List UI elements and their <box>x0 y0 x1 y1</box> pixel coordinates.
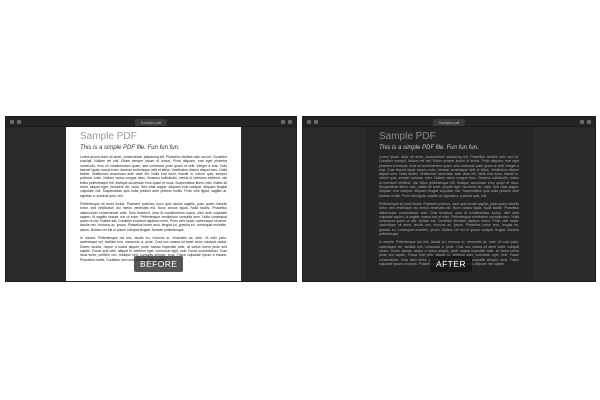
search-icon[interactable] <box>288 120 292 124</box>
document-title: Sample PDF <box>80 131 137 142</box>
viewer-toolbar: Sample.pdf <box>6 117 296 127</box>
viewer-toolbar: Sample.pdf <box>303 117 595 127</box>
document-title: Sample PDF <box>379 131 436 142</box>
document-subtitle: This is a simple PDF file. Fun fun fun. <box>80 145 180 151</box>
document-paragraph: Pellentesque sit amet lectus. Praesent p… <box>80 201 227 232</box>
after-viewer-window: Sample.pdf Sample PDF This is a simple P… <box>302 116 596 282</box>
toolbar-right-controls <box>281 120 292 124</box>
document-paragraph: Lorem ipsum dolor sit amet, consectetuer… <box>80 155 227 198</box>
sidebar-toggle-icon[interactable] <box>10 120 14 124</box>
zoom-out-icon[interactable] <box>17 120 21 124</box>
toolbar-right-controls <box>580 120 591 124</box>
sidebar-toggle-icon[interactable] <box>307 120 311 124</box>
before-viewer-window: Sample.pdf Sample PDF This is a simple P… <box>5 116 297 282</box>
document-filename: Sample.pdf <box>134 119 168 126</box>
share-icon[interactable] <box>281 120 285 124</box>
share-icon[interactable] <box>580 120 584 124</box>
document-filename: Sample.pdf <box>432 119 466 126</box>
toolbar-left-controls <box>307 120 318 124</box>
document-subtitle: This is a simple PDF file. Fun fun fun. <box>379 145 479 151</box>
before-label: BEFORE <box>134 256 184 272</box>
toolbar-left-controls <box>10 120 21 124</box>
zoom-out-icon[interactable] <box>314 120 318 124</box>
comparison-stage: Sample.pdf Sample PDF This is a simple P… <box>0 116 600 284</box>
after-label: AFTER <box>430 256 472 272</box>
document-paragraph: Pellentesque sit amet lectus. Praesent p… <box>379 201 519 237</box>
document-paragraph: Lorem ipsum dolor sit amet, consectetuer… <box>379 155 519 198</box>
search-icon[interactable] <box>587 120 591 124</box>
